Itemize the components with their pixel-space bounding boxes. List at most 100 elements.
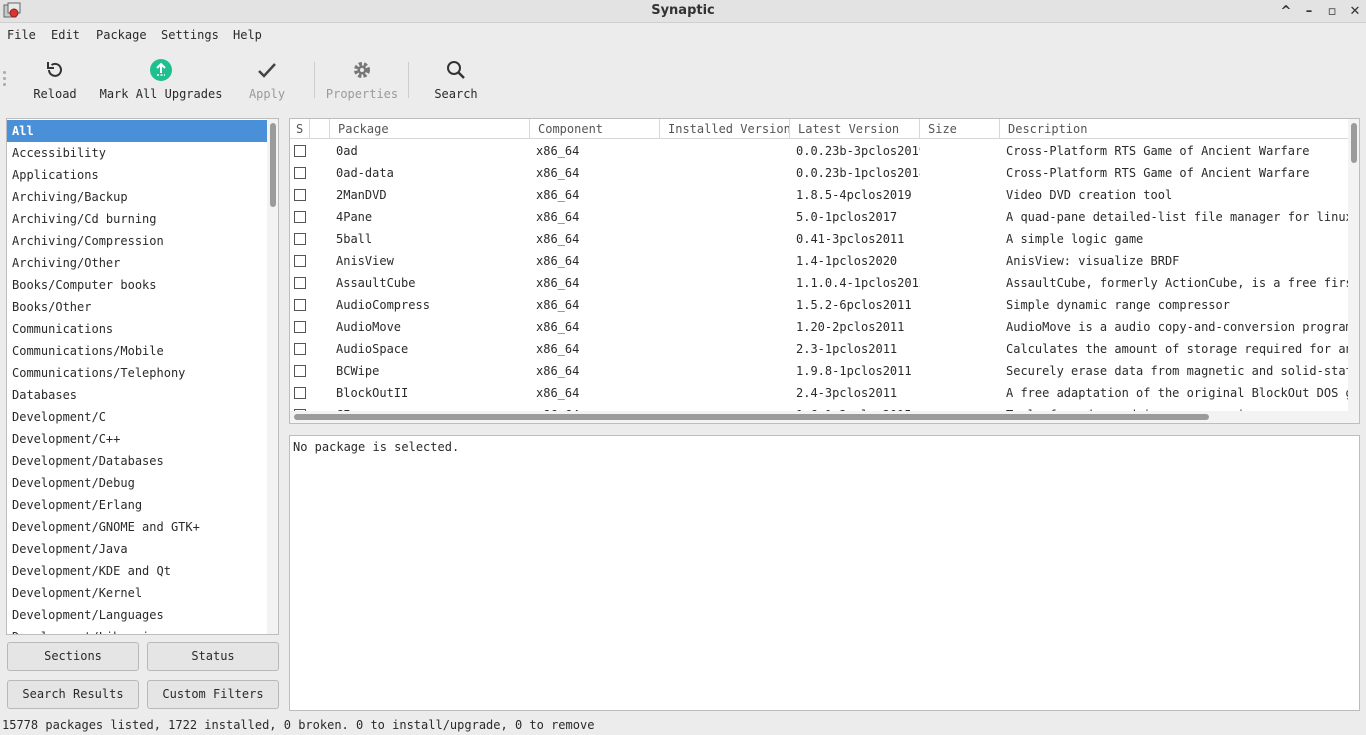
package-table-hscroll-thumb[interactable] <box>294 414 1209 420</box>
package-checkbox[interactable] <box>294 255 306 267</box>
sections-scroll-thumb[interactable] <box>270 123 276 207</box>
section-item[interactable]: Development/Libraries <box>7 626 267 634</box>
section-item[interactable]: Communications <box>7 318 267 340</box>
section-item[interactable]: Development/C <box>7 406 267 428</box>
package-checkbox[interactable] <box>294 387 306 399</box>
table-row[interactable]: 0ad x86_64 0.0.23b-3pclos2019 Cross-Plat… <box>290 140 1348 162</box>
menu-settings[interactable]: Settings <box>161 28 219 42</box>
section-item[interactable]: Development/C++ <box>7 428 267 450</box>
table-row[interactable]: 2ManDVD x86_64 1.8.5-4pclos2019 Video DV… <box>290 184 1348 206</box>
sections-button[interactable]: Sections <box>7 642 139 671</box>
table-row[interactable]: 5ball x86_64 0.41-3pclos2011 A simple lo… <box>290 228 1348 250</box>
package-checkbox[interactable] <box>294 145 306 157</box>
table-row[interactable]: AudioCompress x86_64 1.5.2-6pclos2011 Si… <box>290 294 1348 316</box>
package-checkbox[interactable] <box>294 211 306 223</box>
mark-all-upgrades-button[interactable]: Mark All Upgrades <box>100 57 222 107</box>
table-row[interactable]: AssaultCube x86_64 1.1.0.4-1pclos2012 As… <box>290 272 1348 294</box>
minimize-icon[interactable]: – <box>1300 2 1318 20</box>
package-installed-version <box>668 338 788 360</box>
column-description[interactable]: Description <box>1000 119 1348 139</box>
package-checkbox[interactable] <box>294 365 306 377</box>
properties-label: Properties <box>325 87 399 101</box>
menu-edit[interactable]: Edit <box>51 28 80 42</box>
search-results-button[interactable]: Search Results <box>7 680 139 709</box>
package-size <box>928 338 998 360</box>
shade-icon[interactable]: ^ <box>1277 2 1295 20</box>
package-name: BCWipe <box>336 364 380 378</box>
table-row[interactable]: 4Pane x86_64 5.0-1pclos2017 A quad-pane … <box>290 206 1348 228</box>
sections-list[interactable]: All Accessibility Applications Archiving… <box>6 118 279 635</box>
package-checkbox[interactable] <box>294 167 306 179</box>
column-package[interactable]: Package <box>330 119 530 139</box>
package-table-vscrollbar[interactable] <box>1348 119 1359 423</box>
table-row[interactable]: BlockOutII x86_64 2.4-3pclos2011 A free … <box>290 382 1348 404</box>
toolbar-grip[interactable] <box>3 71 7 89</box>
package-checkbox[interactable] <box>294 321 306 333</box>
package-checkbox[interactable] <box>294 277 306 289</box>
table-row[interactable]: 0ad-data x86_64 0.0.23b-1pclos2018 Cross… <box>290 162 1348 184</box>
package-component: x86_64 <box>536 364 580 378</box>
section-item[interactable]: Books/Computer books <box>7 274 267 296</box>
package-table-hscrollbar[interactable] <box>290 411 1348 423</box>
column-size[interactable]: Size <box>920 119 1000 139</box>
search-button[interactable]: Search <box>430 57 482 107</box>
section-item[interactable]: All <box>7 120 267 142</box>
table-row[interactable]: AudioSpace x86_64 2.3-1pclos2011 Calcula… <box>290 338 1348 360</box>
table-row[interactable]: AnisView x86_64 1.4-1pclos2020 AnisView:… <box>290 250 1348 272</box>
package-latest-version: 1.8.5-4pclos2019 <box>796 188 912 202</box>
status-button[interactable]: Status <box>147 642 279 671</box>
custom-filters-button[interactable]: Custom Filters <box>147 680 279 709</box>
section-item[interactable]: Archiving/Other <box>7 252 267 274</box>
package-description: Calculates the amount of storage require… <box>1006 342 1348 356</box>
package-installed-version <box>668 382 788 404</box>
section-item[interactable]: Development/GNOME and GTK+ <box>7 516 267 538</box>
section-item[interactable]: Books/Other <box>7 296 267 318</box>
menu-file[interactable]: File <box>7 28 36 42</box>
apply-button[interactable]: Apply <box>246 57 288 107</box>
package-table[interactable]: S Package Component Installed Version La… <box>289 118 1360 424</box>
package-description: Cross-Platform RTS Game of Ancient Warfa… <box>1006 166 1310 180</box>
section-item[interactable]: Archiving/Backup <box>7 186 267 208</box>
section-item[interactable]: Development/KDE and Qt <box>7 560 267 582</box>
package-installed-version <box>668 272 788 294</box>
package-checkbox[interactable] <box>294 343 306 355</box>
package-checkbox[interactable] <box>294 233 306 245</box>
section-item[interactable]: Development/Languages <box>7 604 267 626</box>
column-installed-version[interactable]: Installed Version <box>660 119 790 139</box>
window-title: Synaptic <box>651 3 715 18</box>
table-row[interactable]: BCWipe x86_64 1.9.8-1pclos2011 Securely … <box>290 360 1348 382</box>
section-item[interactable]: Applications <box>7 164 267 186</box>
menu-help[interactable]: Help <box>233 28 262 42</box>
table-header: S Package Component Installed Version La… <box>290 119 1348 139</box>
package-component: x86_64 <box>536 276 580 290</box>
section-item[interactable]: Development/Erlang <box>7 494 267 516</box>
menu-package[interactable]: Package <box>96 28 147 42</box>
column-latest-version[interactable]: Latest Version <box>790 119 920 139</box>
section-item[interactable]: Archiving/Cd burning <box>7 208 267 230</box>
column-status[interactable]: S <box>290 119 310 139</box>
section-item[interactable]: Development/Databases <box>7 450 267 472</box>
section-item[interactable]: Communications/Mobile <box>7 340 267 362</box>
section-item[interactable]: Databases <box>7 384 267 406</box>
close-icon[interactable]: ✕ <box>1346 2 1364 20</box>
package-checkbox[interactable] <box>294 299 306 311</box>
sections-scrollbar[interactable] <box>267 119 278 634</box>
section-item[interactable]: Archiving/Compression <box>7 230 267 252</box>
section-item[interactable]: Communications/Telephony <box>7 362 267 384</box>
table-row[interactable]: AudioMove x86_64 1.20-2pclos2011 AudioMo… <box>290 316 1348 338</box>
reload-button[interactable]: Reload <box>30 57 80 107</box>
package-table-vscroll-thumb[interactable] <box>1351 123 1357 163</box>
section-item[interactable]: Development/Debug <box>7 472 267 494</box>
section-item[interactable]: Development/Java <box>7 538 267 560</box>
column-component[interactable]: Component <box>530 119 660 139</box>
section-item[interactable]: Accessibility <box>7 142 267 164</box>
column-support[interactable] <box>310 119 330 139</box>
shade-glyph: ^ <box>1280 3 1292 19</box>
package-size <box>928 228 998 250</box>
package-description: AudioMove is a audio copy-and-conversion… <box>1006 320 1348 334</box>
section-item[interactable]: Development/Kernel <box>7 582 267 604</box>
mark-all-upgrades-label: Mark All Upgrades <box>99 87 223 101</box>
properties-button[interactable]: Properties <box>325 57 399 107</box>
maximize-icon[interactable]: ▫ <box>1323 2 1341 20</box>
package-checkbox[interactable] <box>294 189 306 201</box>
